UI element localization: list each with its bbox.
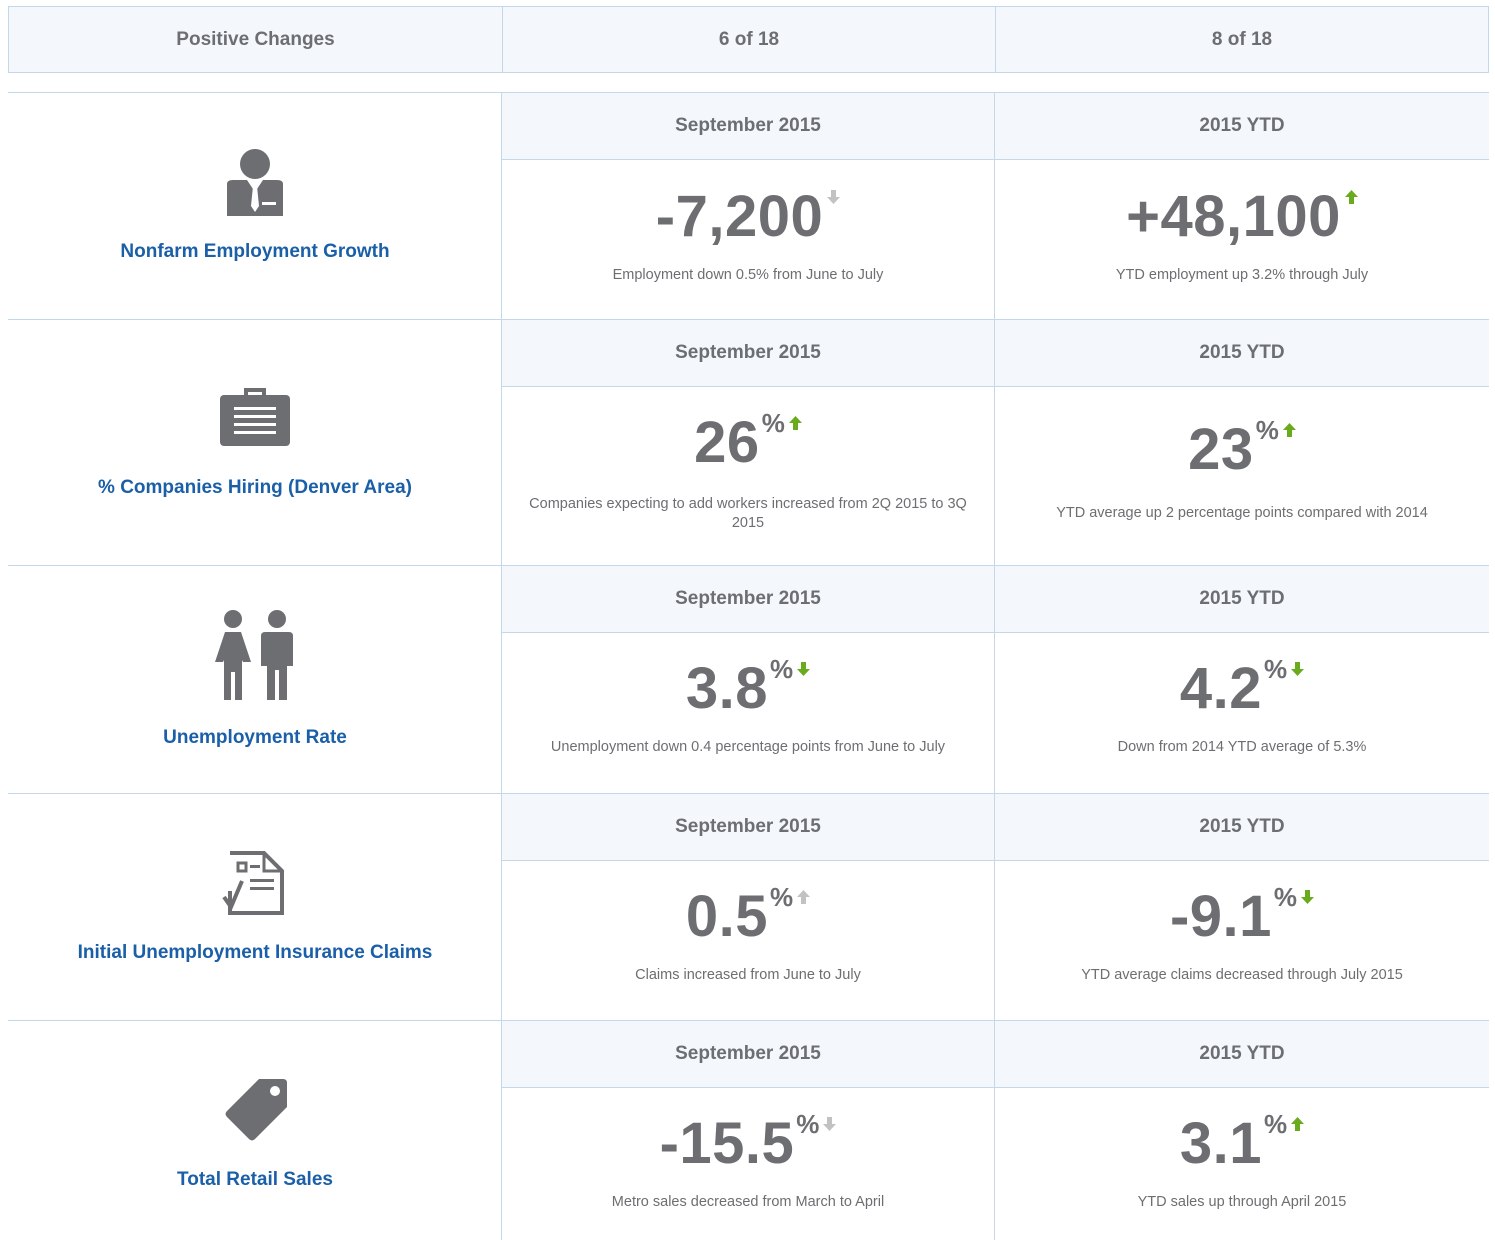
indicator-ytd-cell: 2015 YTD +48,100 YTD employment up 3.2% … [995,93,1489,320]
period-header: September 2015 [502,1021,994,1088]
indicator-label: Unemployment Rate [163,727,347,748]
indicator-description: Metro sales decreased from March to Apri… [611,1194,885,1210]
trend-down-arrow-icon [1291,662,1305,681]
period-header: September 2015 [502,566,994,633]
indicator-label-cell: Unemployment Rate [8,566,502,794]
value-unit: % [1264,654,1288,684]
value-number: -15.5 [659,1111,795,1176]
indicator-value: 0.5% [502,882,994,950]
value-unit: % [1255,415,1279,445]
trend-up-arrow-icon [1282,423,1296,442]
value-number: 26 [694,410,760,475]
summary-header-row: Positive Changes 6 of 18 8 of 18 [8,6,1489,73]
indicator-row-nonfarm-employment: Nonfarm Employment Growth September 2015… [8,93,1489,320]
indicator-period-cell: September 2015 0.5% Claims increased fro… [502,794,995,1021]
trend-up-arrow-icon [788,416,802,435]
trend-down-arrow-icon [827,190,841,209]
indicator-period-cell: September 2015 3.8% Unemployment down 0.… [502,566,995,794]
value-unit: % [770,882,794,912]
summary-label: Positive Changes [9,7,503,72]
period-header: 2015 YTD [995,93,1489,160]
value-number: -7,200 [655,184,824,249]
period-header: 2015 YTD [995,794,1489,861]
indicator-value: -7,200 [502,183,994,250]
trend-up-arrow-icon [797,890,811,909]
trend-down-arrow-icon [823,1117,837,1136]
indicator-description: Companies expecting to add workers incre… [529,496,967,531]
indicator-row-retail-sales: Total Retail Sales September 2015 -15.5%… [8,1021,1489,1240]
indicator-label: Nonfarm Employment Growth [120,241,390,262]
trend-up-arrow-icon [1291,1117,1305,1136]
value-number: 0.5 [685,884,768,949]
value-unit: % [1264,1109,1288,1139]
indicator-label: Initial Unemployment Insurance Claims [77,942,433,963]
period-header: September 2015 [502,320,994,387]
indicator-description: Employment down 0.5% from June to July [612,267,884,283]
indicator-label: Total Retail Sales [177,1169,333,1190]
summary-period2-count: 8 of 18 [1211,28,1273,50]
indicator-label-cell: Total Retail Sales [8,1021,502,1240]
value-unit: % [1273,882,1298,912]
indicator-period-cell: September 2015 -15.5% Metro sales decrea… [502,1021,995,1240]
price-tag-icon [8,1077,502,1141]
indicator-row-insurance-claims: Initial Unemployment Insurance Claims Se… [8,794,1489,1021]
indicator-label-cell: % Companies Hiring (Denver Area) [8,320,502,566]
indicator-value: 4.2% [995,654,1489,722]
period-header: 2015 YTD [995,320,1489,387]
value-unit: % [770,654,794,684]
indicator-value: +48,100 [995,183,1489,250]
value-number: 23 [1188,417,1254,482]
indicator-row-companies-hiring: % Companies Hiring (Denver Area) Septemb… [8,320,1489,566]
indicator-row-unemployment-rate: Unemployment Rate September 2015 3.8% Un… [8,566,1489,794]
claim-form-icon [8,851,502,915]
period-header: September 2015 [502,794,994,861]
indicator-period-cell: September 2015 26% Companies expecting t… [502,320,995,566]
indicator-description: YTD average up 2 percentage points compa… [1056,505,1428,521]
indicator-value: 3.1% [995,1109,1489,1177]
indicator-value: 23% [995,415,1489,483]
businessman-icon [8,148,502,216]
trend-down-arrow-icon [797,662,811,681]
indicator-description: Claims increased from June to July [635,967,861,983]
value-unit: % [796,1109,820,1139]
indicator-table: Nonfarm Employment Growth September 2015… [8,92,1489,1240]
indicator-value: 26% [502,408,994,476]
value-number: +48,100 [1126,184,1341,249]
indicator-ytd-cell: 2015 YTD 3.1% YTD sales up through April… [995,1021,1489,1240]
value-unit: % [761,408,785,438]
indicator-label-cell: Initial Unemployment Insurance Claims [8,794,502,1021]
value-number: -9.1 [1169,884,1272,949]
indicator-value: -15.5% [502,1109,994,1177]
trend-up-arrow-icon [1344,190,1358,209]
trend-down-arrow-icon [1301,890,1315,909]
briefcase-icon [8,386,502,446]
indicator-label-cell: Nonfarm Employment Growth [8,93,502,320]
indicator-description: YTD employment up 3.2% through July [1115,267,1369,283]
period-header: 2015 YTD [995,566,1489,633]
value-number: 3.1 [1179,1111,1262,1176]
summary-period1-count: 6 of 18 [503,7,996,72]
period-header: September 2015 [502,93,994,160]
indicator-period-cell: September 2015 -7,200 Employment down 0.… [502,93,995,320]
indicator-description: Unemployment down 0.4 percentage points … [550,739,946,755]
indicator-description: YTD average claims decreased through Jul… [1081,967,1403,983]
indicator-value: 3.8% [502,654,994,722]
people-icon [8,610,502,700]
indicator-description: Down from 2014 YTD average of 5.3% [1117,739,1367,755]
period-header: 2015 YTD [995,1021,1489,1088]
indicator-ytd-cell: 2015 YTD 23% YTD average up 2 percentage… [995,320,1489,566]
value-number: 3.8 [685,656,768,721]
indicator-label: % Companies Hiring (Denver Area) [98,477,412,498]
indicator-ytd-cell: 2015 YTD 4.2% Down from 2014 YTD average… [995,566,1489,794]
value-number: 4.2 [1179,656,1262,721]
indicator-ytd-cell: 2015 YTD -9.1% YTD average claims decrea… [995,794,1489,1021]
indicator-description: YTD sales up through April 2015 [1137,1194,1347,1210]
indicator-value: -9.1% [995,882,1489,950]
